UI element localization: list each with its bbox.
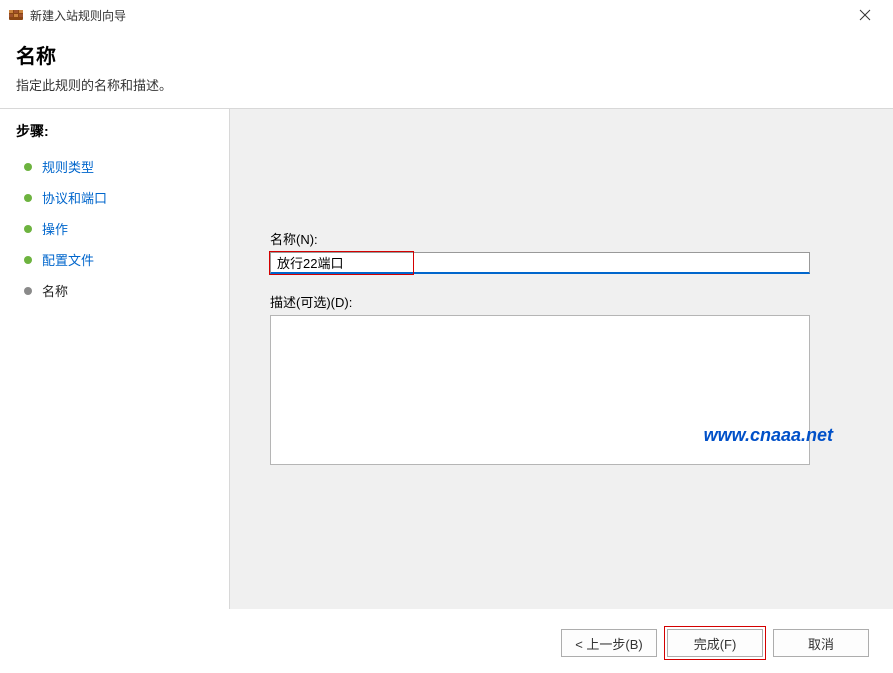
step-protocol-port[interactable]: 协议和端口 — [0, 182, 229, 213]
name-input[interactable] — [270, 252, 810, 274]
bullet-icon — [24, 256, 32, 264]
back-button[interactable]: < 上一步(B) — [561, 629, 657, 657]
step-profile[interactable]: 配置文件 — [0, 244, 229, 275]
titlebar: 新建入站规则向导 — [0, 0, 893, 30]
steps-label: 步骤: — [0, 121, 229, 151]
step-rule-type[interactable]: 规则类型 — [0, 151, 229, 182]
wizard-footer: < 上一步(B) 完成(F) 取消 — [561, 629, 869, 657]
page-subtitle: 指定此规则的名称和描述。 — [16, 75, 877, 94]
wizard-header: 名称 指定此规则的名称和描述。 — [0, 30, 893, 109]
step-name[interactable]: 名称 — [0, 275, 229, 306]
main-content: 名称(N): 描述(可选)(D): www.cnaaa.net — [230, 109, 893, 609]
name-label: 名称(N): — [270, 229, 853, 248]
step-label: 规则类型 — [42, 157, 94, 176]
bullet-icon — [24, 194, 32, 202]
step-label: 协议和端口 — [42, 188, 107, 207]
step-label: 操作 — [42, 219, 68, 238]
step-label: 配置文件 — [42, 250, 94, 269]
description-label: 描述(可选)(D): — [270, 292, 853, 311]
close-icon[interactable] — [845, 0, 885, 30]
bullet-icon — [24, 225, 32, 233]
steps-sidebar: 步骤: 规则类型 协议和端口 操作 配置文件 名称 — [0, 109, 230, 609]
step-label: 名称 — [42, 281, 68, 300]
window-title: 新建入站规则向导 — [30, 7, 845, 24]
step-action[interactable]: 操作 — [0, 213, 229, 244]
finish-button[interactable]: 完成(F) — [667, 629, 763, 657]
description-textarea[interactable] — [270, 315, 810, 465]
bullet-icon — [24, 163, 32, 171]
page-title: 名称 — [16, 40, 877, 69]
cancel-button[interactable]: 取消 — [773, 629, 869, 657]
firewall-icon — [8, 7, 24, 23]
bullet-icon — [24, 287, 32, 295]
